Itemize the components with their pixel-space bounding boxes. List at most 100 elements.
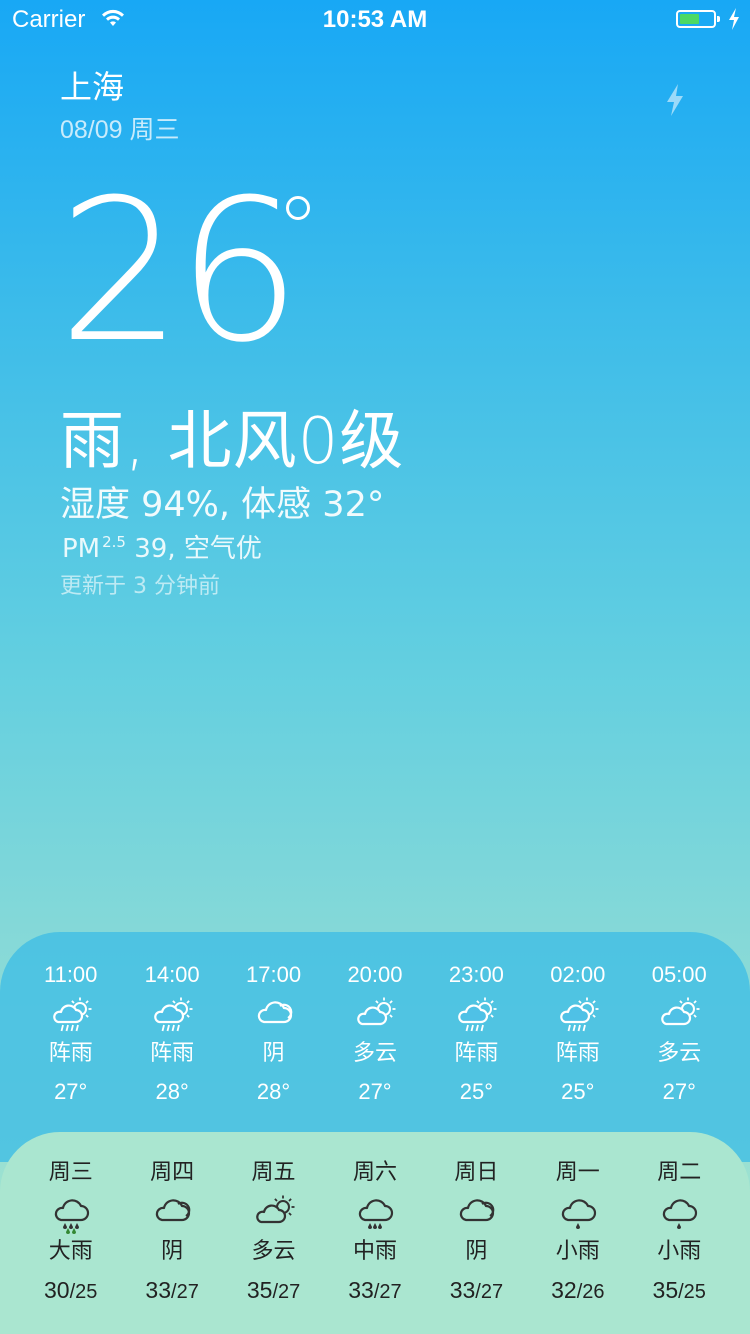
day-temperature-range: 33/27 [325, 1268, 425, 1312]
current-temperature: 26 [58, 158, 301, 386]
day-low: /26 [576, 1281, 605, 1303]
hourly-item: 02:00 阵雨 25° [528, 960, 628, 1114]
day-high: 33 [348, 1277, 374, 1303]
hourly-item: 14:00 阵雨 28° [122, 960, 222, 1114]
partly-cloudy-icon [325, 990, 425, 1038]
hour-condition: 阵雨 [555, 1041, 600, 1066]
hour-condition: 阴 [262, 1041, 285, 1066]
hour-time: 20:00 [347, 962, 403, 987]
air-quality: PM 2.5 39, 空气优 [62, 528, 262, 565]
clock: 10:53 AM [322, 6, 428, 33]
day-high: 33 [449, 1277, 476, 1303]
day-high: 35 [246, 1277, 273, 1303]
light-rain-icon [629, 1188, 729, 1236]
battery-level [680, 14, 700, 24]
day-high: 32 [551, 1277, 577, 1303]
day-temperature-range: 32/26 [528, 1268, 628, 1312]
update-time: 更新于 3 分钟前 [60, 574, 220, 599]
day-condition: 大雨 [48, 1239, 93, 1264]
day-label: 周三 [48, 1160, 93, 1185]
heavy-rain-icon [21, 1188, 121, 1236]
pm-subscript: 2.5 [102, 533, 126, 552]
light-rain-icon [528, 1188, 628, 1236]
day-label: 周四 [150, 1160, 195, 1185]
hour-condition: 多云 [657, 1041, 702, 1066]
daily-item: 周一小雨 32/26 [528, 1158, 628, 1312]
hourly-item: 20:00 多云 27° [325, 960, 425, 1114]
partly-cloudy-icon [629, 990, 729, 1038]
cloud-icon [122, 1188, 222, 1236]
degree-symbol [286, 196, 310, 220]
date-label: 08/09 周三 [60, 116, 180, 144]
day-label: 周日 [454, 1160, 499, 1185]
day-temperature-range: 33/27 [122, 1268, 222, 1312]
day-low: /25 [678, 1281, 706, 1303]
charging-icon [728, 8, 740, 34]
day-label: 周六 [352, 1160, 397, 1185]
daily-item: 周六 中雨 33/27 [325, 1158, 425, 1312]
hourly-forecast[interactable]: 11:00 阵雨 27° 14:00 阵雨 28° 17:00 阴 28° 20:00 多云 27° 2… [0, 932, 750, 1162]
hour-condition: 阵雨 [150, 1041, 195, 1066]
hour-temperature: 28° [256, 1079, 291, 1104]
day-low: /27 [373, 1281, 402, 1303]
hourly-item: 05:00 多云 27° [629, 960, 729, 1114]
day-label: 周一 [555, 1160, 600, 1185]
day-temperature-range: 35/25 [629, 1268, 729, 1312]
day-high: 35 [652, 1277, 679, 1303]
day-label: 周二 [657, 1160, 702, 1185]
day-label: 周五 [251, 1160, 296, 1185]
cloud-icon [426, 1188, 526, 1236]
day-low: /27 [475, 1281, 504, 1303]
day-condition: 小雨 [657, 1239, 702, 1264]
daily-item: 周二小雨 35/25 [629, 1158, 729, 1312]
day-low: /27 [272, 1281, 301, 1303]
humidity-feels-like: 湿度 94%, 体感 32° [60, 485, 385, 525]
day-condition: 阴 [465, 1239, 488, 1264]
day-low: /25 [69, 1281, 98, 1303]
hour-time: 14:00 [144, 962, 200, 987]
hour-temperature: 25° [561, 1079, 595, 1104]
hour-condition: 阵雨 [48, 1041, 93, 1066]
weather-condition: 雨, 北风0级 [60, 405, 405, 479]
hour-temperature: 28° [155, 1079, 189, 1104]
hour-time: 02:00 [550, 962, 606, 987]
rain-sun-icon [528, 990, 628, 1038]
status-bar: Carrier 10:53 AM [0, 0, 750, 40]
day-high: 30 [44, 1277, 70, 1303]
moderate-rain-icon [325, 1188, 425, 1236]
day-temperature-range: 33/27 [426, 1268, 526, 1312]
hour-temperature: 25° [459, 1079, 494, 1104]
day-temperature-range: 35/27 [224, 1268, 324, 1312]
day-condition: 多云 [251, 1239, 296, 1264]
daily-item: 周五多云 35/27 [224, 1158, 324, 1312]
hourly-item: 11:00 阵雨 27° [21, 960, 121, 1114]
hour-condition: 多云 [352, 1041, 397, 1066]
hourly-item: 23:00 阵雨 25° [426, 960, 526, 1114]
hour-condition: 阵雨 [454, 1041, 499, 1066]
rain-sun-icon [21, 990, 121, 1038]
day-condition: 小雨 [555, 1239, 600, 1264]
daily-item: 周日阴 33/27 [426, 1158, 526, 1312]
pm-label: PM [62, 534, 101, 564]
hourly-item: 17:00 阴 28° [224, 960, 324, 1114]
cloud-icon [224, 990, 324, 1038]
hour-temperature: 27° [662, 1079, 696, 1104]
hour-time: 05:00 [651, 962, 707, 987]
daily-forecast[interactable]: 周三 大雨 30/25 周四阴 33/27 周五 多云 35/27 周六 中雨 33/27 周日阴 33… [0, 1132, 750, 1334]
hour-temperature: 27° [358, 1079, 392, 1104]
day-low: /27 [171, 1281, 199, 1303]
city-name[interactable]: 上海 [60, 62, 124, 108]
rain-sun-icon [426, 990, 526, 1038]
day-condition: 阴 [161, 1239, 184, 1264]
pm-value: 39, 空气优 [134, 534, 262, 564]
hour-time: 23:00 [448, 962, 504, 987]
partly-cloudy-icon [224, 1188, 324, 1236]
hour-temperature: 27° [54, 1079, 88, 1104]
daily-item: 周四阴 33/27 [122, 1158, 222, 1312]
battery-icon [676, 10, 720, 28]
lightning-icon[interactable] [660, 80, 690, 120]
daily-item: 周三大雨 30/25 [21, 1158, 121, 1312]
rain-sun-icon [122, 990, 222, 1038]
day-high: 33 [145, 1277, 172, 1303]
hour-time: 17:00 [246, 962, 302, 987]
